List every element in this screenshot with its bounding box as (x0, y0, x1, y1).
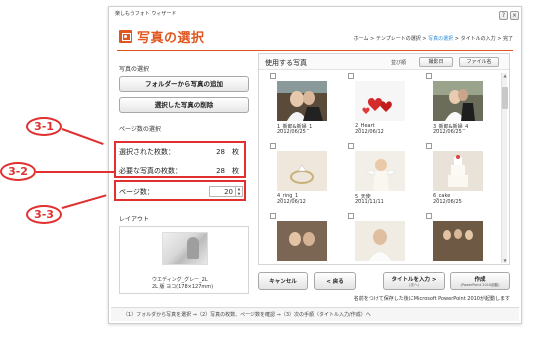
page-header: 写真の選択 (119, 27, 205, 46)
photo-thumbnail[interactable] (277, 151, 327, 191)
photo-thumbnail[interactable] (433, 221, 483, 261)
next-button[interactable]: タイトルを入力 > (次へ) (383, 272, 445, 290)
cancel-button-label: キャンセル (269, 279, 297, 285)
photo-date: 2011/11/11 (355, 199, 384, 205)
photo-thumbnail[interactable] (277, 221, 327, 261)
next-button-sub: (次へ) (409, 282, 419, 287)
breadcrumb-photos: 写真の選択 (428, 36, 454, 42)
photo-thumbnail[interactable] (277, 81, 327, 121)
photo-date: 2012/06/25 (277, 129, 306, 135)
breadcrumb-home[interactable]: ホーム (354, 36, 369, 42)
back-button[interactable]: < 戻る (314, 272, 356, 290)
powerpoint-note: 名前をつけて保存した後にMicrosoft PowerPoint 2010が起動… (353, 296, 510, 302)
photo-checkbox[interactable] (348, 73, 354, 79)
back-button-label: < 戻る (326, 279, 344, 285)
app-name: 楽しもうフォト ウィザード (115, 11, 177, 17)
photo-item[interactable]: 2_Heart 2012/06/12 (345, 73, 415, 153)
scroll-down-icon[interactable]: ▼ (502, 258, 508, 263)
photo-panel: 使用する写真 並び順 撮影日 ファイル名 1_新郎&新婦_1 2012/06/2… (258, 53, 510, 265)
photo-thumbnail[interactable] (355, 81, 405, 121)
photo-item[interactable] (345, 213, 415, 263)
photo-thumbnail[interactable] (355, 221, 405, 261)
layout-size: 2L 版 ヨコ(178×127mm) (152, 284, 214, 290)
photo-item[interactable]: 3_新郎&新婦_4 2012/06/25 (423, 73, 493, 153)
annotation-label-3-3: 3-3 (26, 205, 62, 224)
close-button[interactable]: × (510, 11, 519, 20)
photo-grid: 1_新郎&新婦_1 2012/06/25 2_Heart 2012/06/12 (263, 73, 499, 263)
annotation-connector (61, 194, 107, 209)
annotation-box-counts (114, 141, 246, 178)
layout-preview: ウエディング_グレー_2L 2L 版 ヨコ(178×127mm) (119, 226, 249, 294)
sort-by-date-button[interactable]: 撮影日 (419, 57, 453, 67)
annotation-label-3-2: 3-2 (0, 162, 36, 181)
photo-item[interactable]: 5_天使 2011/11/11 (345, 143, 415, 223)
photo-checkbox[interactable] (270, 73, 276, 79)
photo-checkbox[interactable] (348, 143, 354, 149)
breadcrumb-separator: > (454, 36, 459, 42)
delete-selected-button[interactable]: 選択した写真の削除 (119, 97, 249, 113)
sort-label: 並び順 (391, 60, 407, 66)
photo-panel-header: 使用する写真 並び順 撮影日 ファイル名 (259, 54, 509, 70)
breadcrumb-separator: > (422, 36, 427, 42)
annotation-box-pages (114, 180, 246, 201)
photo-date: 2012/06/12 (277, 199, 306, 205)
photo-checkbox[interactable] (426, 143, 432, 149)
screenshot-stage: 楽しもうフォト ウィザード ? × 写真の選択 ホーム > テンプレートの選択 … (0, 0, 539, 349)
photo-date: 2012/06/25 (433, 199, 462, 205)
sort-by-filename-button[interactable]: ファイル名 (459, 57, 499, 67)
title-divider (117, 50, 513, 51)
photo-item[interactable] (423, 213, 493, 263)
photo-item[interactable]: 6_cake 2012/06/25 (423, 143, 493, 223)
photo-thumbnail[interactable] (355, 151, 405, 191)
annotation-label-3-1: 3-1 (26, 117, 62, 136)
scroll-up-icon[interactable]: ▲ (502, 73, 508, 78)
photo-thumbnail[interactable] (433, 151, 483, 191)
layout-thumbnail (162, 232, 208, 265)
cancel-button[interactable]: キャンセル (258, 272, 308, 290)
breadcrumb: ホーム > テンプレートの選択 > 写真の選択 > タイトルの入力 > 完了 (354, 35, 513, 42)
breadcrumb-separator: > (497, 36, 502, 42)
scrollbar-thumb[interactable] (502, 87, 508, 109)
annotation-connector (61, 128, 104, 145)
photo-select-label: 写真の選択 (119, 66, 150, 73)
create-button-sub: (PowerPoint 2010起動) (460, 282, 500, 287)
photo-thumbnail[interactable] (433, 81, 483, 121)
photo-item[interactable]: 4_ring_1 2012/06/12 (267, 143, 337, 223)
annotation-connector (36, 171, 114, 173)
photo-scrollbar[interactable]: ▲ ▼ (501, 73, 508, 263)
photo-icon (119, 29, 132, 43)
photo-date: 2012/06/12 (355, 129, 384, 135)
photo-checkbox[interactable] (270, 213, 276, 219)
help-button[interactable]: ? (499, 11, 508, 20)
breadcrumb-template[interactable]: テンプレートの選択 (376, 36, 421, 42)
create-button-label: 作成 (474, 276, 486, 283)
create-button[interactable]: 作成 (PowerPoint 2010起動) (450, 272, 510, 290)
photo-item[interactable]: 1_新郎&新婦_1 2012/06/25 (267, 73, 337, 153)
photo-item[interactable] (267, 213, 337, 263)
layout-label: レイアウト (119, 216, 150, 223)
layout-name: ウエディング_グレー_2L (152, 277, 208, 283)
step-guide-footer: （1）フォルダから写真を選択 ⇒（2）写真の枚数、ページ数を確認 ⇒（3）次の手… (111, 307, 519, 321)
photo-checkbox[interactable] (426, 213, 432, 219)
breadcrumb-done[interactable]: 完了 (503, 36, 513, 42)
photo-checkbox[interactable] (426, 73, 432, 79)
photo-panel-title: 使用する写真 (265, 59, 307, 67)
page-title: 写真の選択 (137, 30, 205, 46)
breadcrumb-titles[interactable]: タイトルの入力 (461, 36, 496, 42)
next-button-label: タイトルを入力 > (391, 276, 437, 283)
photo-date: 2012/06/25 (433, 129, 462, 135)
page-count-label: ページ数の選択 (119, 126, 161, 133)
breadcrumb-separator: > (370, 36, 375, 42)
photo-checkbox[interactable] (270, 143, 276, 149)
photo-checkbox[interactable] (348, 213, 354, 219)
add-from-folder-button[interactable]: フォルダーから写真の追加 (119, 76, 249, 92)
